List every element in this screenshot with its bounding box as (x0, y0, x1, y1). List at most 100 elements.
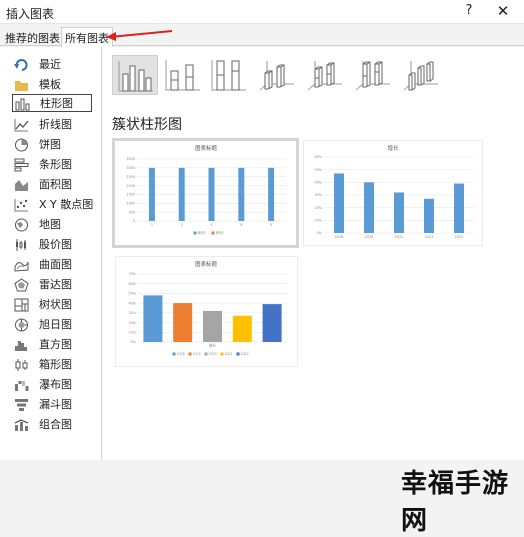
tab-recommended-charts[interactable]: 推荐的图表 (5, 30, 60, 46)
category-label: 瀑布图 (39, 378, 72, 391)
3d-percent-stacked-column-icon (355, 61, 390, 91)
category-surface[interactable]: 曲面图 (12, 256, 92, 274)
clustered-column-icon (118, 61, 153, 92)
radar-chart-icon (14, 278, 29, 292)
category-label: 树状图 (39, 298, 72, 311)
y-tick-label: 60% (314, 155, 322, 159)
3d-stacked-column-icon (307, 61, 342, 91)
area-chart-icon (15, 180, 28, 191)
category-label: X Y 散点图 (39, 198, 94, 211)
y-tick-label: 1000 (126, 201, 135, 205)
subtype-3d-clustered-column[interactable] (254, 55, 300, 95)
category-column[interactable]: 柱形图 (12, 94, 92, 112)
tab-strip: 推荐的图表 所有图表 (0, 26, 524, 48)
category-bar[interactable]: 条形图 (12, 156, 92, 174)
y-tick-label: 30% (128, 311, 136, 315)
stacked-column-icon (165, 60, 200, 91)
category-funnel[interactable]: 漏斗图 (12, 396, 92, 414)
x-tick-label: 1 (151, 223, 153, 227)
x-tick-label: 2 (181, 223, 183, 227)
x-tick-label: 3 (210, 223, 212, 227)
scatter-chart-icon (14, 199, 28, 212)
map-chart-icon (15, 218, 28, 232)
category-label: 面积图 (39, 178, 72, 191)
subtype-3d-100-stacked-column[interactable] (350, 55, 396, 95)
category-label: 股价图 (39, 238, 72, 251)
bar (424, 198, 434, 233)
preview-chart-1: 图表标题 3500 3000 2500 2000 1500 1000 500 0 1 2 3 4 5 系列… (126, 144, 286, 235)
legend-label: 系列1 (198, 230, 206, 235)
bar (334, 173, 344, 233)
category-histogram[interactable]: 直方图 (12, 336, 92, 354)
bar (262, 304, 282, 342)
watermark-text: 幸福手游网 (401, 469, 510, 536)
waterfall-chart-icon (15, 381, 29, 391)
3d-column-icon (403, 61, 438, 91)
chart-title: 图表标题 (195, 144, 218, 152)
category-label: 柱形图 (40, 97, 73, 110)
chart-preview-2[interactable]: 增长 60% 50% 40% 30% 20% 10% 0% 2018 2019 2020 2021 2… (303, 140, 483, 246)
category-area[interactable]: 面积图 (12, 176, 92, 194)
title-bar: 插入图表 ? ✕ (0, 0, 524, 24)
combo-chart-icon (14, 419, 29, 431)
subtype-3d-stacked-column[interactable] (302, 55, 348, 95)
bar (268, 167, 275, 221)
subtype-100-stacked-column[interactable] (206, 55, 252, 95)
column-chart-icon (15, 98, 30, 111)
legend-swatch (204, 352, 208, 356)
bar (454, 183, 464, 233)
category-box-whisker[interactable]: 箱形图 (12, 356, 92, 374)
category-combo[interactable]: 组合图 (12, 416, 92, 434)
category-label: 直方图 (39, 338, 72, 351)
y-tick-label: 500 (129, 210, 135, 214)
y-tick-label: 3000 (126, 166, 135, 170)
x-tick-label: 2021 (425, 235, 434, 239)
chart-title: 增长 (387, 144, 399, 152)
x-tick-label: 5 (270, 223, 272, 227)
category-sunburst[interactable]: 旭日图 (12, 316, 92, 334)
bar-chart-icon (14, 158, 29, 172)
y-tick-label: 70% (128, 272, 136, 276)
stock-chart-icon (16, 239, 26, 251)
3d-clustered-column-icon (259, 61, 294, 91)
chart-preview-1[interactable]: 图表标题 3500 3000 2500 2000 1500 1000 500 0 1 2 3 4 5 系列… (112, 138, 299, 248)
category-waterfall[interactable]: 瀑布图 (12, 376, 92, 394)
category-label: 雷达图 (39, 278, 72, 291)
category-line[interactable]: 折线图 (12, 116, 92, 134)
category-label: 折线图 (39, 118, 72, 131)
category-recent[interactable]: 最近 (12, 56, 92, 74)
category-scatter[interactable]: X Y 散点图 (12, 196, 94, 214)
close-button[interactable]: ✕ (496, 2, 510, 20)
chart-gallery: 簇状柱形图 图表标题 3500 3000 2500 2000 1500 1000 500 0 1… (103, 47, 524, 460)
legend-label: 2018 (177, 352, 185, 356)
subtype-stacked-column[interactable] (160, 55, 206, 95)
category-treemap[interactable]: 树状图 (12, 296, 92, 314)
subtype-clustered-column[interactable] (112, 55, 158, 95)
subtype-3d-column[interactable] (398, 55, 444, 95)
category-stock[interactable]: 股价图 (12, 236, 92, 254)
folder-icon (15, 81, 28, 91)
category-pie[interactable]: 饼图 (12, 136, 92, 154)
category-templates[interactable]: 模板 (12, 76, 92, 94)
category-label: 饼图 (39, 138, 61, 151)
funnel-chart-icon (15, 399, 28, 411)
bar (394, 192, 404, 233)
bar (148, 167, 155, 221)
x-tick-label: 2018 (335, 235, 344, 239)
x-tick-label: 2019 (365, 235, 374, 239)
annotation-arrow-icon (106, 30, 173, 41)
category-label: 漏斗图 (39, 398, 72, 411)
chart-preview-3[interactable]: 图表标题 70% 60% 50% 40% 30% 20% 10% 0% 增长 2018 2019 20… (115, 256, 298, 367)
category-radar[interactable]: 雷达图 (12, 276, 92, 294)
watermark-logo: 幸福手游网 (387, 463, 521, 536)
category-label: 组合图 (39, 418, 72, 431)
treemap-chart-icon (14, 298, 29, 312)
pie-chart-icon (15, 138, 28, 152)
y-tick-label: 30% (314, 193, 322, 197)
chart-subtype-title: 簇状柱形图 (112, 117, 182, 133)
help-button[interactable]: ? (463, 3, 475, 18)
x-tick-label: 2022 (455, 235, 464, 239)
bar (208, 167, 215, 221)
bar (203, 310, 222, 342)
category-map[interactable]: 地图 (12, 216, 92, 234)
